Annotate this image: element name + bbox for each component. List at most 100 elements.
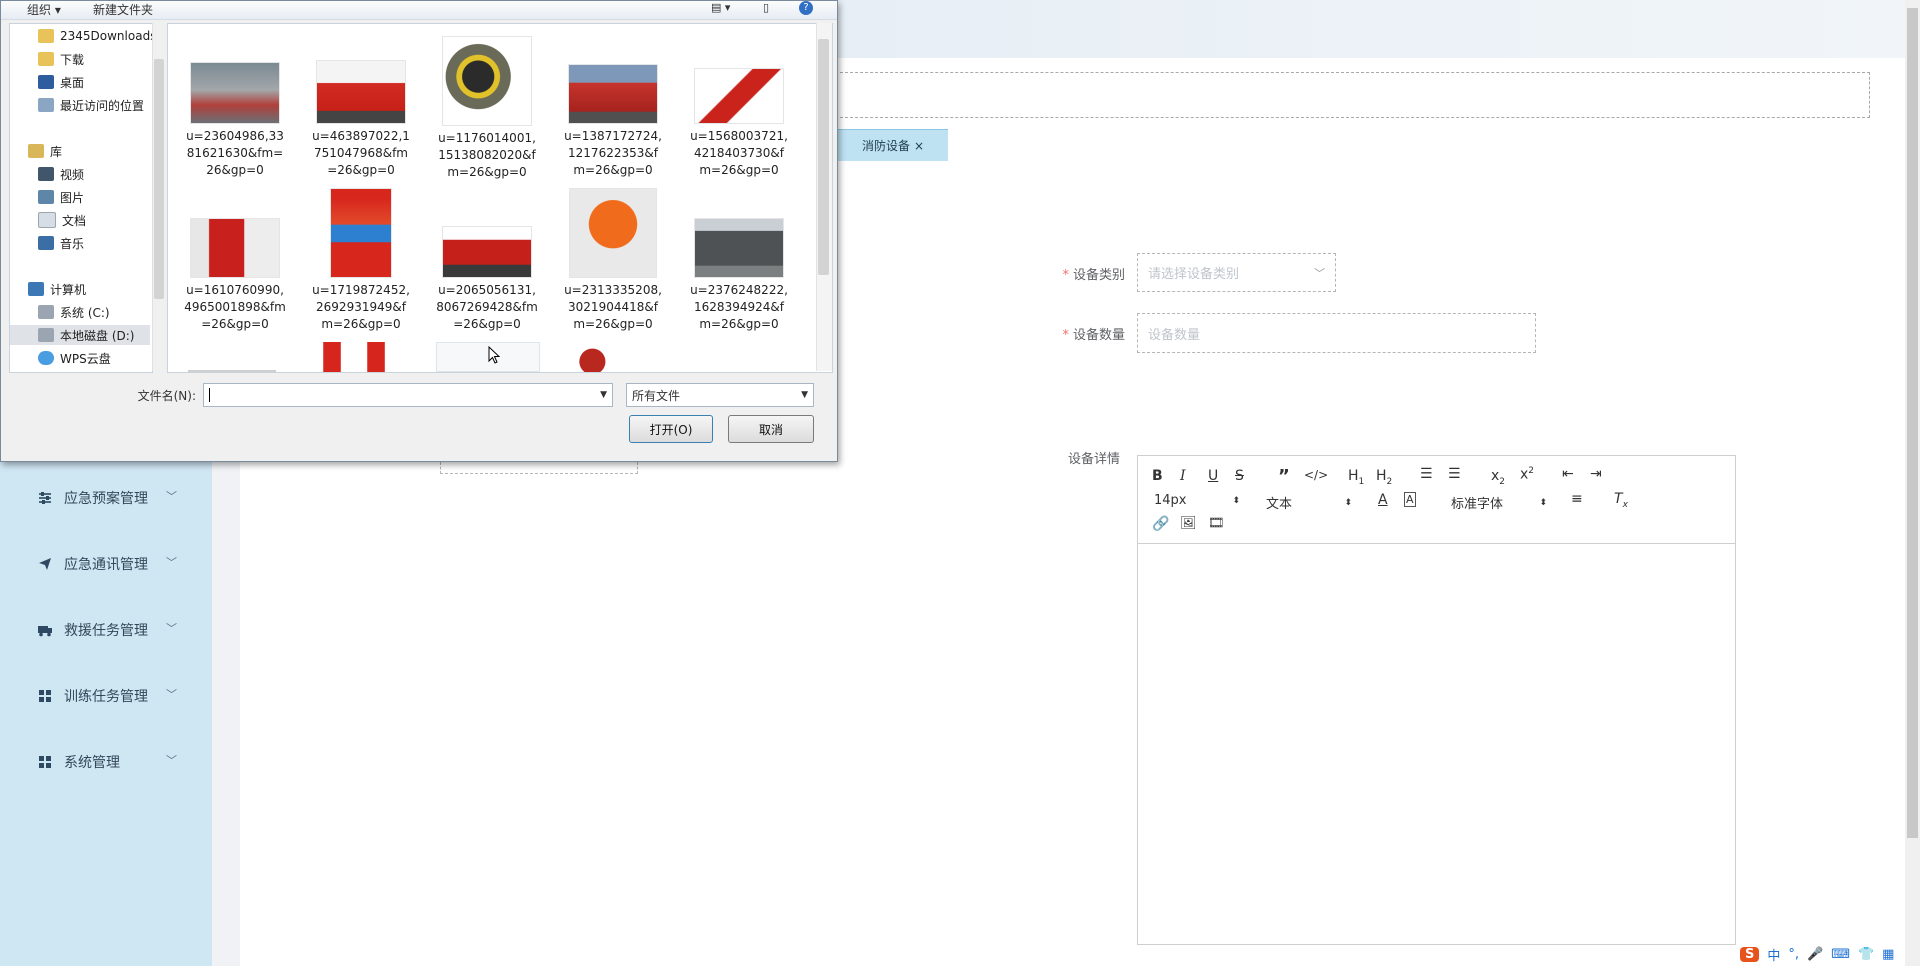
documents-icon (38, 212, 56, 228)
sidebar-item-rescue-tasks[interactable]: 救援任务管理 ﹀ (36, 618, 196, 642)
sidebar-item-training-tasks[interactable]: 训练任务管理 ﹀ (36, 684, 196, 708)
nav-item-drive-d[interactable]: 本地磁盘 (D:) (10, 325, 150, 345)
page-scrollbar-thumb[interactable] (1907, 8, 1918, 838)
file-item[interactable]: u=2313335208, 3021904418&f m=26&gp=0 (553, 188, 673, 333)
font-size-select[interactable]: 14px ⬍ (1154, 493, 1240, 508)
search-bar-area (830, 72, 1870, 118)
cancel-button[interactable]: 取消 (728, 415, 814, 443)
new-folder-button[interactable]: 新建文件夹 (93, 1, 153, 18)
quantity-input[interactable]: 设备数量 (1137, 313, 1536, 353)
background-color-icon[interactable]: A (1404, 492, 1416, 507)
video-icon (38, 167, 54, 181)
file-item[interactable]: u=1176014001, 15138082020&f m=26&gp=0 (427, 36, 547, 181)
quantity-label: * 设备数量 (1062, 328, 1125, 343)
sidebar: 应急预案管理 ﹀ 应急通讯管理 ﹀ 救援任务管理 ﹀ 训练任务管理 ﹀ 系统管理… (0, 460, 212, 966)
heading2-icon[interactable]: H2 (1376, 468, 1392, 487)
filetype-value: 所有文件 (632, 388, 681, 403)
file-thumbnail (190, 218, 280, 278)
sidebar-item-system[interactable]: 系统管理 ﹀ (36, 750, 196, 774)
indent-icon[interactable]: ⇥ (1590, 466, 1602, 482)
bullet-list-icon[interactable]: ☰ (1448, 466, 1461, 482)
sidebar-item-emergency-plan[interactable]: 应急预案管理 ﹀ (36, 486, 196, 510)
preview-pane-icon[interactable]: ▯ (763, 1, 769, 14)
file-item[interactable]: u=23604986,33 81621630&fm= 26&gp=0 (175, 62, 295, 179)
navigation-scrollbar-thumb[interactable] (154, 59, 164, 299)
align-icon[interactable]: ≡ (1571, 491, 1583, 507)
file-thumbnail (568, 64, 658, 124)
italic-icon[interactable]: I (1180, 468, 1186, 484)
sidebar-item-label: 救援任务管理 (64, 623, 148, 639)
sidebar-item-label: 应急通讯管理 (64, 557, 148, 573)
view-options-icon[interactable]: ▤ ▾ (711, 1, 730, 14)
font-color-icon[interactable]: A (1378, 492, 1388, 508)
file-list-scrollbar-thumb[interactable] (818, 39, 829, 275)
mouse-cursor-icon (488, 345, 501, 368)
tab-fire-equipment[interactable]: 消防设备 × (838, 129, 948, 161)
filename-input[interactable]: ▼ (203, 383, 613, 407)
bold-icon[interactable]: B (1152, 468, 1163, 484)
help-icon[interactable]: ? (799, 1, 813, 15)
folder-icon (38, 29, 54, 43)
strikethrough-icon[interactable]: S (1235, 468, 1244, 484)
filetype-select[interactable]: 所有文件 ▼ (626, 383, 814, 407)
close-icon[interactable]: × (914, 139, 924, 153)
grid-icon (36, 687, 54, 705)
file-item[interactable]: u=463897022,1 751047968&fm =26&gp=0 (301, 60, 421, 179)
outdent-icon[interactable]: ⇤ (1562, 466, 1574, 482)
font-size-value: 14px (1154, 493, 1187, 508)
superscript-icon[interactable]: x2 (1520, 466, 1534, 483)
grid-icon (36, 753, 54, 771)
video-icon[interactable]: 🎞 (1208, 516, 1225, 531)
file-item[interactable]: u=1568003721, 4218403730&f m=26&gp=0 (679, 68, 799, 179)
nav-item-computer[interactable]: 计算机 (28, 279, 168, 299)
code-icon[interactable]: </> (1304, 468, 1328, 482)
skin-icon[interactable]: 👕 (1858, 947, 1874, 962)
file-thumbnail-partial[interactable] (566, 346, 654, 372)
block-type-select[interactable]: 文本 ⬍ (1266, 493, 1352, 512)
nav-item-library[interactable]: 库 (28, 141, 168, 161)
microphone-icon[interactable]: 🎤 (1807, 947, 1823, 962)
sidebar-item-label: 训练任务管理 (64, 689, 148, 705)
updown-icon: ⬍ (1539, 497, 1547, 508)
recent-icon (38, 98, 54, 112)
ordered-list-icon[interactable]: ☰ (1420, 466, 1433, 482)
dropdown-arrow-icon[interactable]: ▼ (600, 390, 607, 400)
sidebar-item-label: 系统管理 (64, 755, 120, 771)
file-item[interactable]: u=2065056131, 8067269428&fm =26&gp=0 (427, 226, 547, 333)
clear-format-icon[interactable]: Tx (1614, 491, 1628, 510)
desktop-icon (38, 75, 54, 89)
sidebar-item-emergency-comms[interactable]: 应急通讯管理 ﹀ (36, 552, 196, 576)
library-icon (28, 144, 44, 158)
punctuation-icon[interactable]: °, (1788, 947, 1799, 962)
file-item[interactable]: u=1610760990, 4965001898&fm =26&gp=0 (175, 218, 295, 333)
category-select[interactable]: 请选择设备类别 ﹀ (1137, 253, 1336, 292)
image-upload-area[interactable] (440, 462, 638, 474)
pictures-icon (38, 190, 54, 204)
keyboard-icon[interactable]: ⌨ (1831, 947, 1850, 962)
chevron-down-icon: ﹀ (166, 688, 177, 701)
open-button[interactable]: 打开(O) (629, 415, 713, 443)
file-item[interactable]: u=1387172724, 1217622353&f m=26&gp=0 (553, 64, 673, 179)
image-icon[interactable]: 🖼 (1180, 516, 1197, 531)
navigation-pane: 2345Downloads 下载 桌面 最近访问的位置 库 视频 图片 文档 音… (9, 23, 156, 373)
category-label: * 设备类别 (1062, 268, 1125, 283)
file-item[interactable]: u=1719872452, 2692931949&f m=26&gp=0 (301, 188, 421, 333)
link-icon[interactable]: 🔗 (1152, 516, 1169, 532)
heading1-icon[interactable]: H1 (1348, 468, 1364, 487)
sogou-logo-icon[interactable]: S (1740, 946, 1760, 962)
editor-content-area[interactable] (1138, 544, 1735, 944)
organize-menu[interactable]: 组织 ▾ (27, 1, 61, 18)
file-open-dialog: 组织 ▾ 新建文件夹 ▤ ▾ ▯ ? 2345Downloads 下载 桌面 最… (0, 0, 838, 462)
blockquote-icon[interactable]: ” (1278, 466, 1290, 487)
file-item[interactable]: u=2376248222, 1628394924&f m=26&gp=0 (679, 218, 799, 333)
subscript-icon[interactable]: x2 (1491, 468, 1505, 487)
quantity-placeholder: 设备数量 (1148, 327, 1201, 343)
chevron-down-icon: ﹀ (166, 556, 177, 569)
file-thumbnail-partial[interactable] (314, 342, 402, 372)
ime-mode-icon[interactable]: 中 (1767, 945, 1780, 964)
file-thumbnail-partial[interactable] (188, 370, 276, 372)
font-family-select[interactable]: 标准字体 ⬍ (1451, 493, 1547, 512)
apps-icon[interactable]: ▦ (1882, 947, 1894, 962)
navigation-scrollbar[interactable] (152, 23, 166, 371)
underline-icon[interactable]: U (1208, 468, 1218, 484)
